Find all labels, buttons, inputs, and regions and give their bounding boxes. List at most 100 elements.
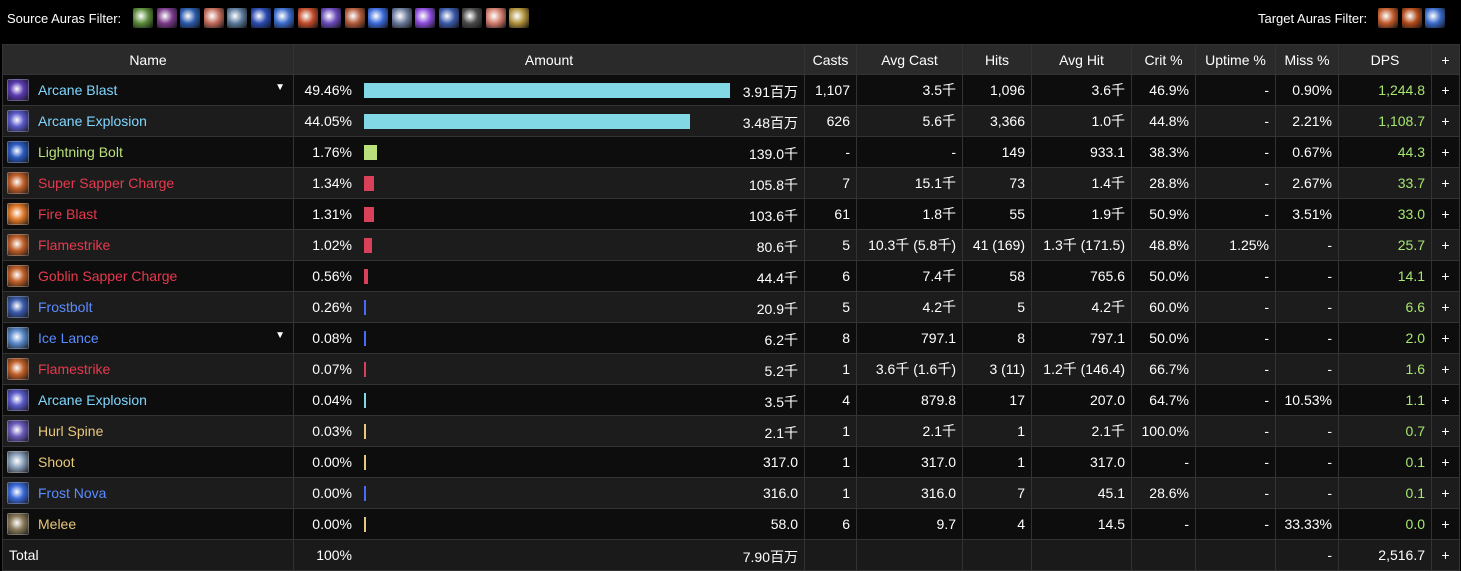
add-button[interactable]: +: [1431, 291, 1460, 323]
ability-name[interactable]: Goblin Sapper Charge: [38, 268, 177, 284]
col-casts-header[interactable]: Casts: [804, 44, 857, 75]
add-button[interactable]: +: [1431, 74, 1460, 106]
ability-name[interactable]: Arcane Explosion: [38, 392, 147, 408]
add-button[interactable]: +: [1431, 136, 1460, 168]
shadow-spiral-aura-icon[interactable]: [156, 8, 177, 28]
ability-name[interactable]: Shoot: [38, 454, 75, 470]
col-dps-header[interactable]: DPS: [1338, 44, 1432, 75]
ability-name[interactable]: Fire Blast: [38, 206, 97, 222]
table-row[interactable]: Hurl Spine 0.03% 2.1千 1 2.1千 1 2.1千 100.0% - -0.7…: [2, 415, 1460, 447]
fire-mask-aura-icon[interactable]: [1378, 8, 1398, 28]
ability-name[interactable]: Ice Lance: [38, 330, 99, 346]
table-row[interactable]: Melee 0.00% 58.0 6 9.7 4 14.5- -33.33% 0.0 +: [2, 508, 1460, 540]
stone-armor-aura-icon[interactable]: [462, 8, 482, 28]
add-button[interactable]: +: [1431, 508, 1460, 540]
avg-cast-cell: 10.3千 (5.8千): [856, 229, 963, 261]
ability-name[interactable]: Frostbolt: [38, 299, 92, 315]
ability-name-cell[interactable]: Lightning Bolt: [2, 136, 294, 168]
ability-name-cell[interactable]: Ice Lance ▼: [2, 322, 294, 354]
table-row[interactable]: Goblin Sapper Charge 0.56% 44.4千 6 7.4千 58 765…: [2, 260, 1460, 292]
ability-name-cell[interactable]: Arcane Explosion: [2, 105, 294, 137]
table-row[interactable]: Shoot 0.00% 317.0 1 317.0 1 317.0- - -0.1 +: [2, 446, 1460, 478]
col-miss-header[interactable]: Miss %: [1275, 44, 1339, 75]
table-row[interactable]: Ice Lance ▼ 0.08% 6.2千 8 797.1 8 797.1 50.0% - -2.…: [2, 322, 1460, 354]
ability-name[interactable]: Arcane Blast: [38, 82, 117, 98]
ability-name[interactable]: Arcane Explosion: [38, 113, 147, 129]
ability-name[interactable]: Flamestrike: [38, 237, 110, 253]
ability-name[interactable]: Flamestrike: [38, 361, 110, 377]
add-button[interactable]: +: [1431, 415, 1460, 447]
table-row[interactable]: Arcane Blast ▼ 49.46% 3.91百万 1,107 3.5千 1,096 3…: [2, 74, 1460, 106]
table-row[interactable]: Super Sapper Charge 1.34% 105.8千 7 15.1千 73 1.…: [2, 167, 1460, 199]
blue-streak-target-aura-icon[interactable]: [1425, 8, 1445, 28]
golden-sword-aura-icon[interactable]: [438, 8, 459, 28]
ability-name-cell[interactable]: Super Sapper Charge: [2, 167, 294, 199]
add-button[interactable]: +: [1431, 477, 1460, 509]
expand-chevron-icon[interactable]: ▼: [275, 330, 285, 341]
miss-cell: 2.67%: [1275, 167, 1339, 199]
fire-slash-aura-icon[interactable]: [297, 8, 318, 28]
col-avg-cast-header[interactable]: Avg Cast: [856, 44, 963, 75]
ability-name-cell[interactable]: Goblin Sapper Charge: [2, 260, 294, 292]
ability-name[interactable]: Melee: [38, 516, 76, 532]
add-button[interactable]: +: [1431, 167, 1460, 199]
frost-mage-aura-icon[interactable]: [274, 8, 294, 28]
ability-name[interactable]: Hurl Spine: [38, 423, 103, 439]
add-button[interactable]: +: [1431, 229, 1460, 261]
col-crit-header[interactable]: Crit %: [1131, 44, 1196, 75]
fire-mask-alt-aura-icon[interactable]: [1401, 8, 1422, 28]
table-row[interactable]: Lightning Bolt 1.76% 139.0千 - -149 933.1 38.3%…: [2, 136, 1460, 168]
table-row[interactable]: Frost Nova 0.00% 316.0 1 316.0 7 45.1 28.6% - -0.…: [2, 477, 1460, 509]
table-row[interactable]: Frostbolt 0.26% 20.9千 5 4.2千 5 4.2千 60.0% - -6.6 +: [2, 291, 1460, 323]
amount-value: 103.6千: [748, 208, 798, 224]
table-row[interactable]: Flamestrike 1.02% 80.6千 5 10.3千 (5.8千) 41 (16…: [2, 229, 1460, 261]
ability-name-cell[interactable]: Melee: [2, 508, 294, 540]
expand-chevron-icon[interactable]: ▼: [275, 82, 285, 93]
green-plant-aura-icon[interactable]: [133, 8, 153, 28]
add-button[interactable]: +: [1431, 446, 1460, 478]
add-button[interactable]: +: [1431, 384, 1460, 416]
blue-streak-aura-icon[interactable]: [250, 8, 271, 28]
add-button[interactable]: +: [1431, 105, 1460, 137]
blue-bolt-aura-icon[interactable]: [180, 8, 200, 28]
golden-bell-aura-icon[interactable]: [509, 8, 529, 28]
table-row[interactable]: Arcane Explosion 0.04% 3.5千 4 879.8 17 207.0 64…: [2, 384, 1460, 416]
violet-beam-aura-icon[interactable]: [415, 8, 435, 28]
amount-percent: 0.07%: [312, 361, 352, 377]
add-button[interactable]: +: [1431, 260, 1460, 292]
col-avg-hit-header[interactable]: Avg Hit: [1031, 44, 1132, 75]
wind-gust-aura-icon[interactable]: [391, 8, 412, 28]
ability-name-cell[interactable]: Flamestrike: [2, 229, 294, 261]
add-button[interactable]: +: [1431, 198, 1460, 230]
arcane-sphere-aura-icon[interactable]: [368, 8, 388, 28]
ability-name-cell[interactable]: Arcane Blast ▼: [2, 74, 294, 106]
add-button[interactable]: +: [1431, 353, 1460, 385]
table-row[interactable]: Arcane Explosion 44.05% 3.48百万 626 5.6千 3,366…: [2, 105, 1460, 137]
col-add-header[interactable]: +: [1431, 44, 1460, 75]
ability-name-cell[interactable]: Frostbolt: [2, 291, 294, 323]
radiant-beams-aura-icon[interactable]: [203, 8, 224, 28]
table-row[interactable]: Fire Blast 1.31% 103.6千 61 1.8千 55 1.9千 50.9% -3…: [2, 198, 1460, 230]
table-row[interactable]: Flamestrike 0.07% 5.2千 1 3.6千 (1.6千) 3 (11) 1.…: [2, 353, 1460, 385]
ability-name-cell[interactable]: Frost Nova: [2, 477, 294, 509]
purple-star-aura-icon[interactable]: [321, 8, 341, 28]
sunburst-aura-icon[interactable]: [485, 8, 506, 28]
ability-name[interactable]: Super Sapper Charge: [38, 175, 174, 191]
ability-name-cell[interactable]: Fire Blast: [2, 198, 294, 230]
add-button[interactable]: +: [1431, 322, 1460, 354]
ability-name-cell[interactable]: Hurl Spine: [2, 415, 294, 447]
flamestrike-icon: [7, 358, 29, 380]
casts-cell: 1: [804, 477, 857, 509]
ability-name-cell[interactable]: Flamestrike: [2, 353, 294, 385]
col-uptime-header[interactable]: Uptime %: [1195, 44, 1276, 75]
ability-name[interactable]: Frost Nova: [38, 485, 106, 501]
col-name-header[interactable]: Name: [2, 44, 294, 75]
orb-aura-icon[interactable]: [227, 8, 247, 28]
ability-name[interactable]: Lightning Bolt: [38, 144, 123, 160]
total-add-button[interactable]: +: [1431, 539, 1460, 571]
ability-name-cell[interactable]: Shoot: [2, 446, 294, 478]
fire-claw-aura-icon[interactable]: [344, 8, 365, 28]
col-hits-header[interactable]: Hits: [962, 44, 1032, 75]
col-amount-header[interactable]: Amount: [293, 44, 805, 75]
ability-name-cell[interactable]: Arcane Explosion: [2, 384, 294, 416]
